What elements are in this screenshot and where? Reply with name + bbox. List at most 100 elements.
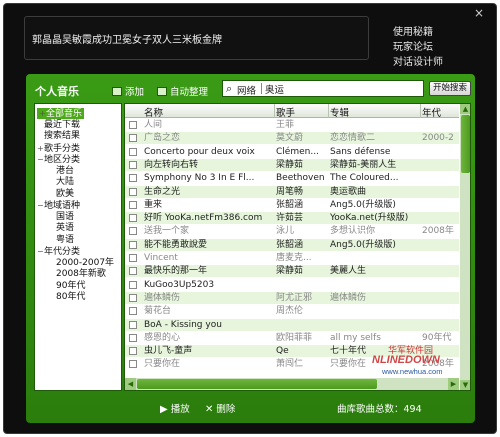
tree-node[interactable]: 搜索结果	[37, 131, 80, 142]
scroll-right-icon[interactable]: ▶	[448, 378, 459, 390]
table-row[interactable]: BoA - Kissing you	[125, 318, 459, 331]
tree-node[interactable]: 港台	[49, 166, 74, 177]
table-row[interactable]: 广岛之恋 莫文蔚 恋恋情歌二 2000-2	[125, 132, 459, 145]
cell-artist: 梁静茹	[276, 266, 304, 277]
tree-toggle-icon[interactable]: −	[37, 200, 44, 211]
row-checkbox[interactable]	[129, 121, 137, 129]
table-row[interactable]: 向左转向右转 梁静茹 梁静茹-美丽人生	[125, 158, 459, 171]
row-checkbox[interactable]	[129, 187, 137, 196]
table-row[interactable]: 能不能勇敢說愛 张韶涵 Ang5.0(升级版)	[125, 238, 459, 251]
row-checkbox[interactable]	[129, 160, 137, 169]
cell-artist: 泳儿	[276, 226, 295, 237]
cell-year: 90年代	[422, 332, 452, 343]
tree-node-label: 2008年新歌	[56, 269, 106, 279]
close-icon[interactable]: ×	[472, 6, 486, 20]
horizontal-scroll-thumb[interactable]	[137, 379, 377, 389]
tree-node[interactable]: 最近下载	[37, 120, 80, 131]
table-row[interactable]: 好听 YooKa.netFm386.com 许茹芸 YooKa.net(升级版)	[125, 212, 459, 225]
row-checkbox[interactable]	[129, 347, 137, 356]
tree-node[interactable]: 80年代	[49, 292, 85, 303]
auto-organize-button[interactable]: 自动整理	[157, 84, 208, 98]
table-row[interactable]: KuGoo3Up5203	[125, 279, 459, 291]
column-name[interactable]: 名称	[144, 105, 163, 119]
row-checkbox[interactable]	[129, 307, 137, 316]
scroll-left-icon[interactable]: ◀	[125, 378, 136, 390]
cell-artist: 张韶涵	[276, 199, 304, 210]
tree-node[interactable]: 国语	[49, 212, 74, 223]
cell-artist: Clémen...	[276, 146, 319, 157]
row-checkbox[interactable]	[129, 280, 137, 289]
table-row[interactable]: 人间 王菲	[125, 119, 459, 131]
cell-name: 只要你在	[144, 359, 181, 370]
row-checkbox[interactable]	[129, 227, 137, 236]
tree-node[interactable]: 2000-2007年	[49, 258, 114, 269]
play-button[interactable]: ▶ 播放	[160, 401, 190, 415]
table-row[interactable]: 送我一个家 泳儿 多想认识你 2008年	[125, 225, 459, 237]
link-usage-tips[interactable]: 使用秘籍	[393, 23, 433, 38]
tree-node[interactable]: +歌手分类	[37, 143, 80, 154]
tree-node[interactable]: −地域语种	[37, 200, 80, 211]
table-row[interactable]: 生命之光 周笔畅 奥运歌曲	[125, 185, 459, 198]
tree-node[interactable]: 欧美	[49, 189, 74, 200]
column-year[interactable]: 年代	[422, 105, 441, 119]
column-divider	[328, 104, 329, 118]
link-forum[interactable]: 玩家论坛	[393, 38, 433, 53]
row-checkbox[interactable]	[129, 293, 137, 302]
row-checkbox[interactable]	[129, 200, 137, 209]
tree-toggle-icon[interactable]: −	[37, 154, 44, 165]
row-checkbox[interactable]	[129, 214, 137, 223]
vertical-scroll-thumb[interactable]	[461, 115, 470, 173]
tree-node[interactable]: 粤语	[49, 235, 74, 246]
row-checkbox[interactable]	[129, 333, 137, 342]
column-album[interactable]: 专辑	[330, 105, 349, 119]
table-row[interactable]: Symphony No 3 In E Fl... Beethoven The Col…	[125, 172, 459, 184]
tree-toggle-icon[interactable]: −	[37, 246, 44, 257]
row-checkbox[interactable]	[129, 174, 137, 183]
tree-node[interactable]: −地区分类	[37, 154, 80, 165]
vertical-scrollbar[interactable]: ▲ ▼	[460, 104, 470, 390]
add-button[interactable]: 添加	[112, 84, 144, 98]
cell-album: 奥运歌曲	[330, 186, 367, 197]
table-row[interactable]: 遍体鳞伤 阿尤正邪 遍体鳞伤	[125, 291, 459, 304]
table-row[interactable]: 感恩的心 欧阳菲菲 all my selfs 90年代	[125, 332, 459, 344]
tree-node[interactable]: +全部音乐	[37, 108, 85, 119]
tree-node-label: 大陆	[56, 177, 75, 187]
list-header: 名称 歌手 专辑 年代	[125, 104, 459, 119]
row-checkbox[interactable]	[129, 134, 137, 143]
tab-personal-music[interactable]: 个人音乐	[35, 83, 79, 99]
tree-node[interactable]: −年代分类	[37, 246, 80, 257]
row-checkbox[interactable]	[129, 267, 137, 276]
table-row[interactable]: 菊花台 周杰伦	[125, 305, 459, 317]
search-scope[interactable]: 网络	[237, 83, 256, 97]
table-row[interactable]: 只要你在 萧闯仁 只要你在 2008年	[125, 358, 459, 370]
delete-button[interactable]: ✕ 删除	[205, 401, 235, 415]
row-checkbox[interactable]	[129, 360, 137, 369]
table-row[interactable]: 虫儿飞-童声 Qe 七十年代	[125, 345, 459, 358]
row-checkbox[interactable]	[129, 240, 137, 249]
column-artist[interactable]: 歌手	[276, 105, 295, 119]
search-button[interactable]: 开始搜索	[429, 81, 471, 96]
scroll-down-icon[interactable]: ▼	[460, 380, 470, 390]
cell-album: The Coloured...	[330, 173, 399, 184]
row-checkbox[interactable]	[129, 147, 137, 156]
cell-name: 广岛之恋	[144, 133, 181, 144]
search-input[interactable]	[265, 82, 421, 95]
row-checkbox[interactable]	[129, 320, 137, 329]
table-row[interactable]: 重来 张韶涵 Ang5.0(升级版)	[125, 199, 459, 211]
row-checkbox[interactable]	[129, 254, 137, 262]
tree-node[interactable]: 大陆	[49, 177, 74, 188]
tree-toggle-icon[interactable]: +	[39, 108, 46, 119]
scroll-up-icon[interactable]: ▲	[460, 104, 470, 114]
tree-toggle-icon[interactable]: +	[37, 143, 44, 154]
cell-name: 菊花台	[144, 306, 172, 317]
link-designer[interactable]: 对话设计师	[393, 53, 443, 68]
tree-node[interactable]: 2008年新歌	[49, 269, 106, 280]
tree-node[interactable]: 英语	[49, 223, 74, 234]
tree-node-label: 90年代	[56, 280, 86, 291]
tree-node[interactable]: 90年代	[49, 281, 85, 292]
tree-node-label: 地区分类	[44, 155, 81, 165]
table-row[interactable]: Concerto pour deux voix Clémen... Sans déf…	[125, 146, 459, 158]
table-row[interactable]: Vincent 唐麦克...	[125, 252, 459, 264]
table-row[interactable]: 最快乐的那一年 梁静茹 美麗人生	[125, 265, 459, 278]
horizontal-scrollbar[interactable]: ◀ ▶	[125, 378, 459, 390]
